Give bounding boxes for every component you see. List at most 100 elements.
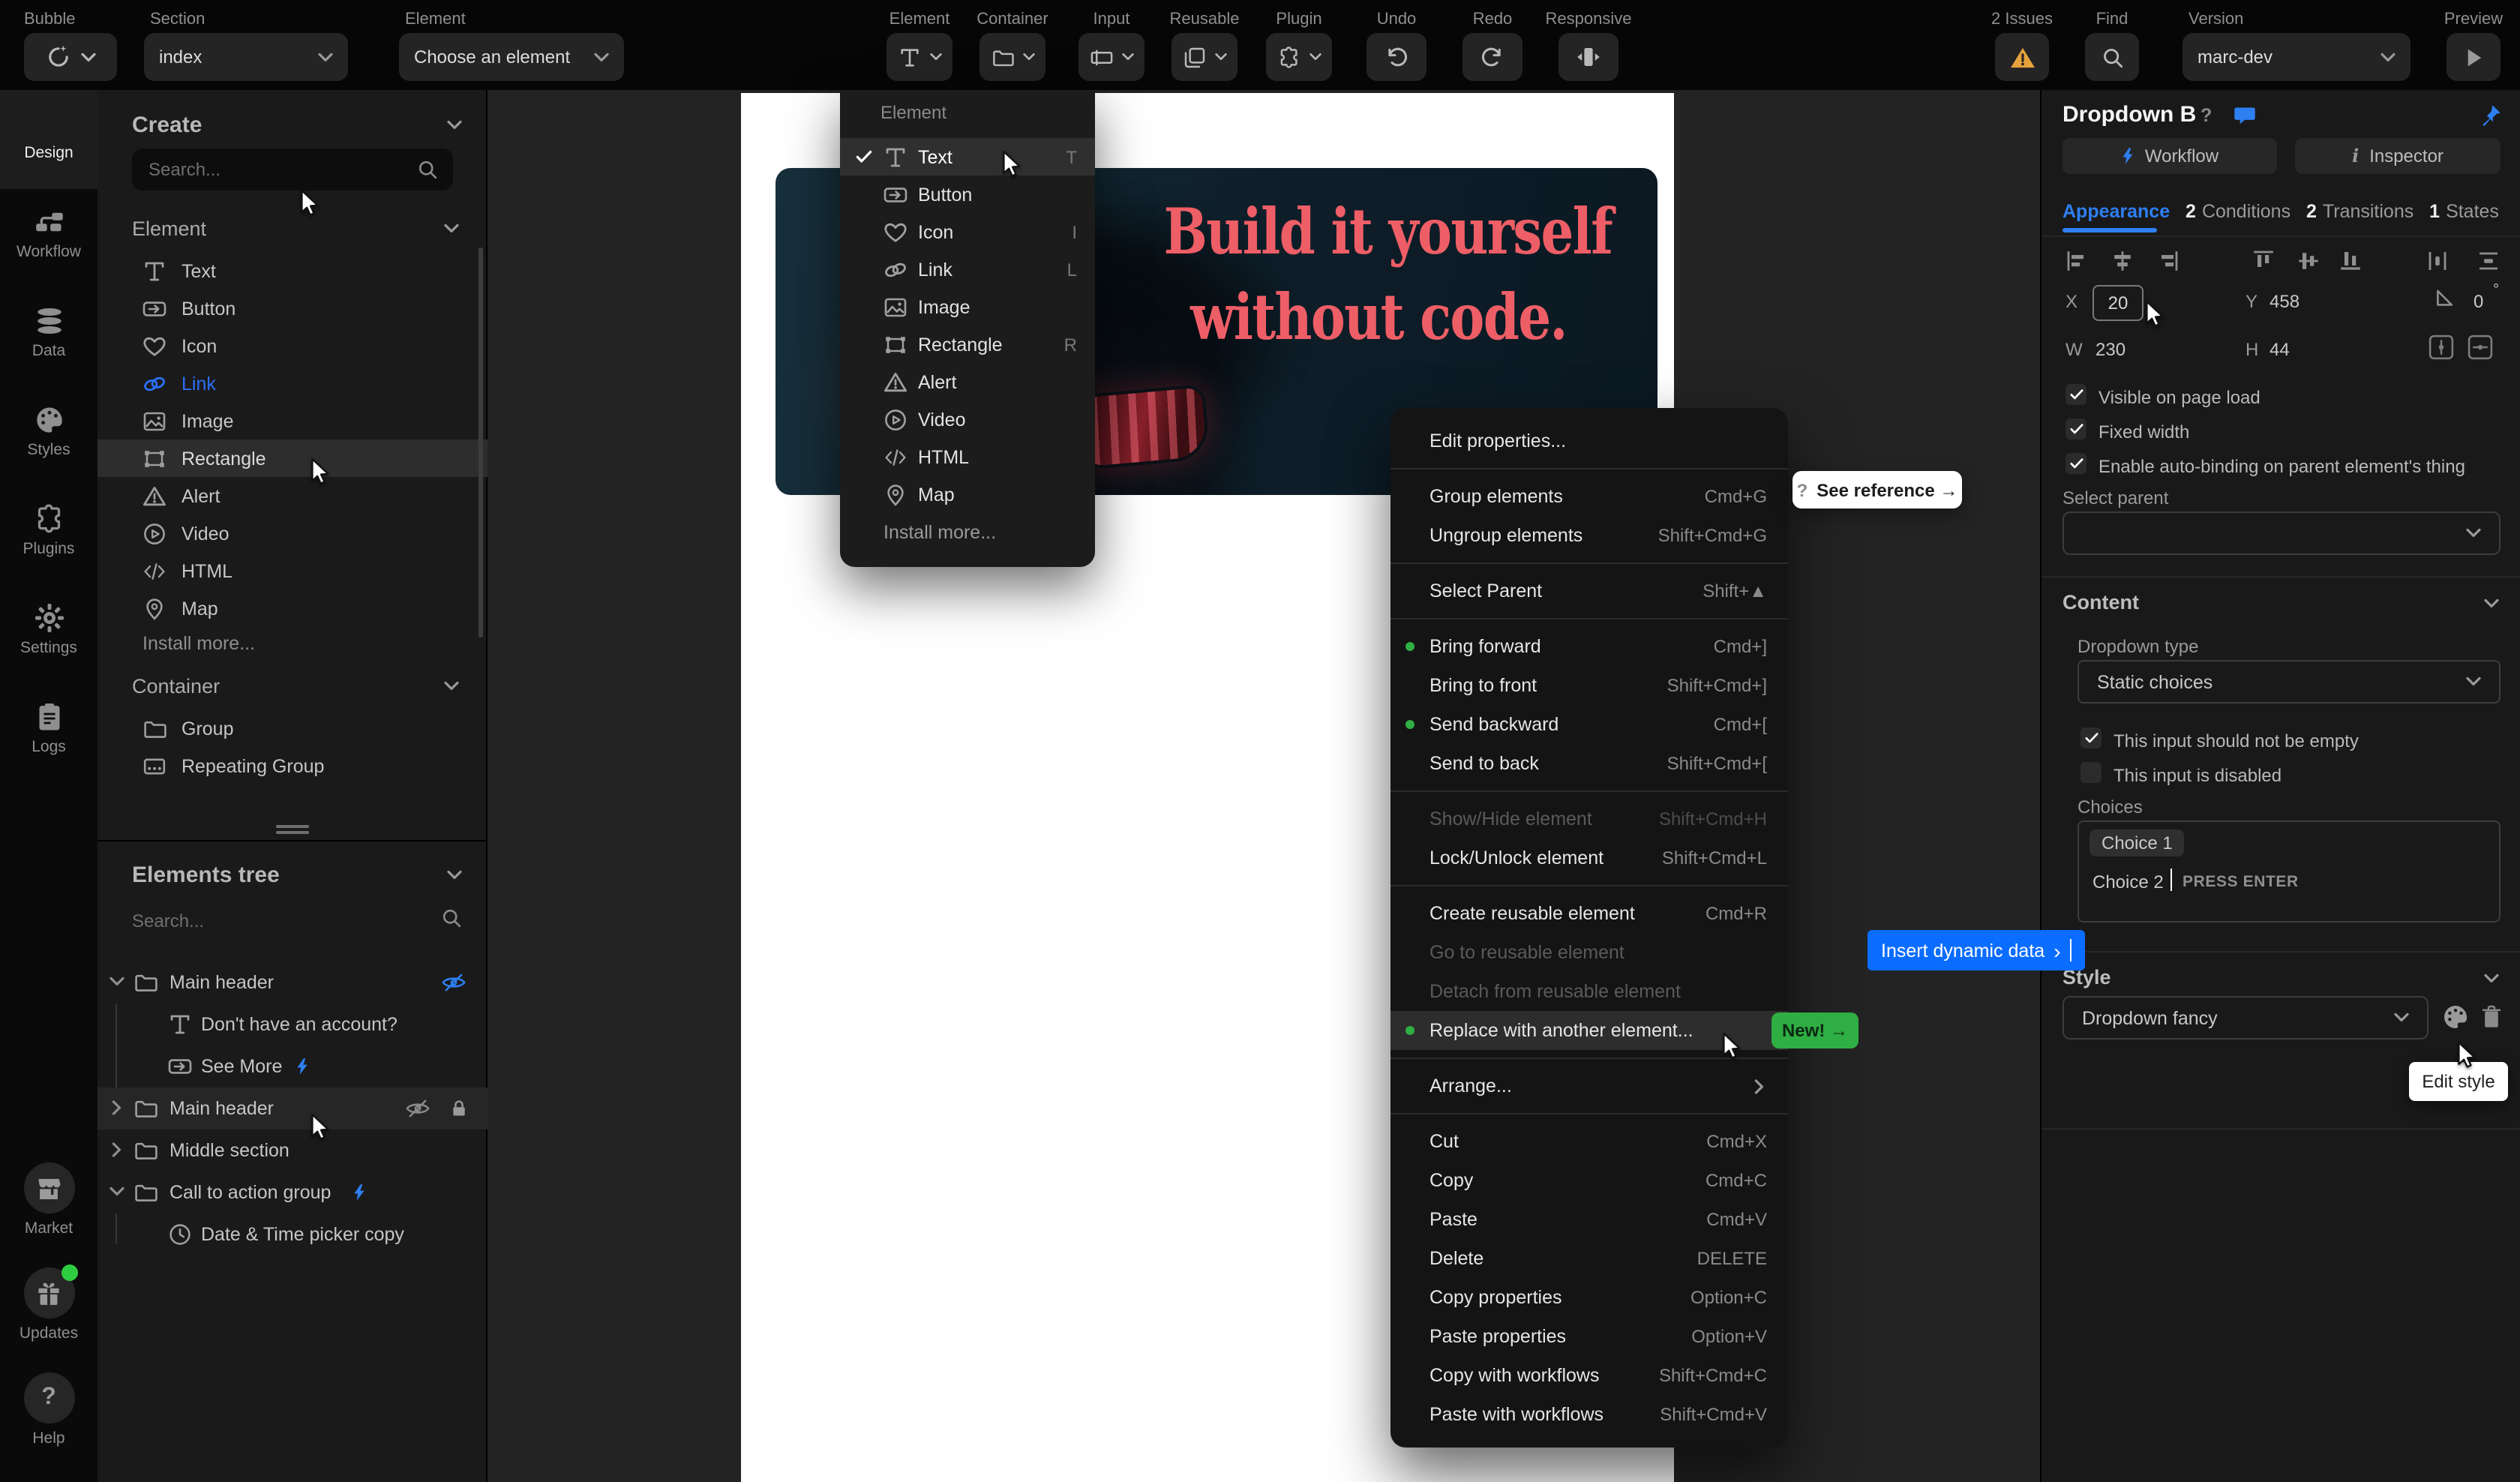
element-menu-html[interactable]: HTML: [840, 438, 1095, 476]
issues-button[interactable]: [1995, 33, 2049, 81]
chevron-down-icon[interactable]: [447, 120, 462, 130]
comment-bubble-icon[interactable]: [2234, 106, 2256, 126]
nav-help[interactable]: ? Help: [0, 1372, 98, 1448]
panel-drag-handle[interactable]: [275, 831, 308, 834]
height-constraint-icon[interactable]: [2428, 334, 2454, 360]
nav-styles[interactable]: Styles: [0, 387, 98, 486]
section-select[interactable]: index: [144, 33, 348, 81]
ctx-send-backward[interactable]: Send backward Cmd+[: [1390, 705, 1788, 744]
ctx-group-elements[interactable]: Group elements Cmd+G: [1390, 477, 1788, 516]
tab-states[interactable]: 1 States: [2429, 201, 2499, 222]
dropdown-type-select[interactable]: Static choices: [2078, 660, 2500, 704]
redo-button[interactable]: [1462, 33, 1522, 81]
tree-row-see-more[interactable]: See More: [98, 1046, 488, 1088]
chevron-down-icon[interactable]: [110, 976, 124, 987]
create-item-rectangle[interactable]: Rectangle: [98, 440, 488, 477]
tab-conditions[interactable]: 2 Conditions: [2186, 201, 2290, 222]
eye-slash-icon[interactable]: [441, 972, 466, 993]
choice-1-tag[interactable]: Choice 1: [2090, 830, 2185, 856]
delete-style-trash-icon[interactable]: [2481, 1005, 2502, 1029]
edit-style-palette-icon[interactable]: [2442, 1004, 2469, 1030]
chevron-down-icon[interactable]: [2484, 598, 2499, 609]
tool-container-button[interactable]: [980, 33, 1046, 81]
disabled-checkbox[interactable]: [2080, 762, 2102, 783]
preview-button[interactable]: [2446, 33, 2500, 81]
chevron-down-icon[interactable]: [444, 224, 459, 234]
h-value[interactable]: 44: [2270, 339, 2290, 360]
style-select[interactable]: Dropdown fancy: [2062, 996, 2428, 1040]
nav-market[interactable]: Market: [0, 1162, 98, 1238]
version-select[interactable]: marc-dev: [2182, 33, 2410, 81]
chevron-right-icon[interactable]: [112, 1142, 122, 1157]
install-more-link[interactable]: Install more...: [884, 522, 996, 543]
distribute-horizontal-icon[interactable]: [2426, 249, 2450, 273]
angle-value[interactable]: 0: [2474, 291, 2483, 312]
ctx-copy-properties[interactable]: Copy properties Option+C: [1390, 1278, 1788, 1317]
chevron-down-icon[interactable]: [444, 681, 459, 692]
create-item-html[interactable]: HTML: [98, 552, 488, 590]
insert-dynamic-data-button[interactable]: Insert dynamic data ›: [1868, 930, 2085, 970]
bubble-menu-button[interactable]: [24, 33, 117, 81]
chevron-right-icon[interactable]: [112, 1100, 122, 1115]
chevron-down-icon[interactable]: [110, 1186, 124, 1197]
ctx-ungroup-elements[interactable]: Ungroup elements Shift+Cmd+G: [1390, 516, 1788, 555]
nav-settings[interactable]: Settings: [0, 585, 98, 684]
select-parent-dropdown[interactable]: [2062, 512, 2500, 555]
eye-slash-icon[interactable]: [405, 1098, 430, 1119]
y-value[interactable]: 458: [2270, 291, 2300, 312]
new-badge[interactable]: New! →: [1772, 1012, 1858, 1048]
help-icon[interactable]: ?: [2200, 105, 2212, 126]
inspector-button[interactable]: i Inspector: [2295, 138, 2500, 174]
ctx-bring-forward[interactable]: Bring forward Cmd+]: [1390, 627, 1788, 666]
tree-row-call-to-action[interactable]: Call to action group: [98, 1172, 488, 1214]
create-item-alert[interactable]: Alert: [98, 477, 488, 514]
width-constraint-icon[interactable]: [2468, 334, 2493, 360]
chevron-down-icon[interactable]: [2484, 974, 2499, 984]
create-item-group[interactable]: Group: [98, 710, 488, 747]
element-menu-image[interactable]: Image: [840, 288, 1095, 326]
tool-plugin-button[interactable]: [1266, 33, 1332, 81]
align-right-icon[interactable]: [2156, 249, 2180, 273]
nav-logs[interactable]: Logs: [0, 684, 98, 783]
ctx-send-to-back[interactable]: Send to back Shift+Cmd+[: [1390, 744, 1788, 783]
nav-data[interactable]: Data: [0, 288, 98, 387]
ctx-lock-unlock[interactable]: Lock/Unlock element Shift+Cmd+L: [1390, 838, 1788, 878]
element-menu-video[interactable]: Video: [840, 400, 1095, 438]
element-menu-icon[interactable]: Icon I: [840, 213, 1095, 250]
create-item-button[interactable]: Button: [98, 290, 488, 327]
ctx-cut[interactable]: Cut Cmd+X: [1390, 1122, 1788, 1161]
element-menu-map[interactable]: Map: [840, 476, 1095, 513]
element-select[interactable]: Choose an element: [399, 33, 624, 81]
panel-drag-handle[interactable]: [275, 825, 308, 828]
undo-button[interactable]: [1366, 33, 1426, 81]
tree-search-input[interactable]: Search...: [132, 910, 204, 932]
autobind-checkbox[interactable]: [2066, 453, 2086, 474]
find-button[interactable]: [2085, 33, 2139, 81]
create-item-video[interactable]: Video: [98, 514, 488, 552]
element-menu-text[interactable]: Text T: [840, 138, 1095, 176]
see-reference-button[interactable]: ? See reference →: [1792, 471, 1962, 508]
not-empty-checkbox[interactable]: [2080, 728, 2102, 748]
create-item-text[interactable]: Text: [98, 252, 488, 290]
element-menu-link[interactable]: Link L: [840, 250, 1095, 288]
visible-checkbox[interactable]: [2066, 384, 2086, 405]
distribute-vertical-icon[interactable]: [2476, 249, 2500, 273]
tree-row-main-header-2[interactable]: Main header: [98, 1088, 488, 1130]
install-more-link[interactable]: Install more...: [142, 633, 255, 654]
create-search[interactable]: [132, 148, 453, 190]
nav-updates[interactable]: Updates: [0, 1264, 98, 1342]
x-input[interactable]: 20: [2092, 285, 2144, 321]
tool-reusable-button[interactable]: [1172, 33, 1238, 81]
ctx-edit-properties[interactable]: Edit properties...: [1390, 422, 1788, 460]
ctx-copy[interactable]: Copy Cmd+C: [1390, 1161, 1788, 1200]
align-top-icon[interactable]: [2252, 249, 2276, 273]
create-item-map[interactable]: Map: [98, 590, 488, 627]
tree-row-main-header-1[interactable]: Main header: [98, 962, 488, 1004]
create-item-link[interactable]: Link: [98, 364, 488, 402]
ctx-bring-to-front[interactable]: Bring to front Shift+Cmd+]: [1390, 666, 1788, 705]
tree-row-date-picker[interactable]: Date & Time picker copy: [98, 1214, 488, 1256]
create-item-image[interactable]: Image: [98, 402, 488, 440]
workflow-button[interactable]: Workflow: [2062, 138, 2277, 174]
ctx-paste[interactable]: Paste Cmd+V: [1390, 1200, 1788, 1239]
element-menu-button[interactable]: Button: [840, 176, 1095, 213]
